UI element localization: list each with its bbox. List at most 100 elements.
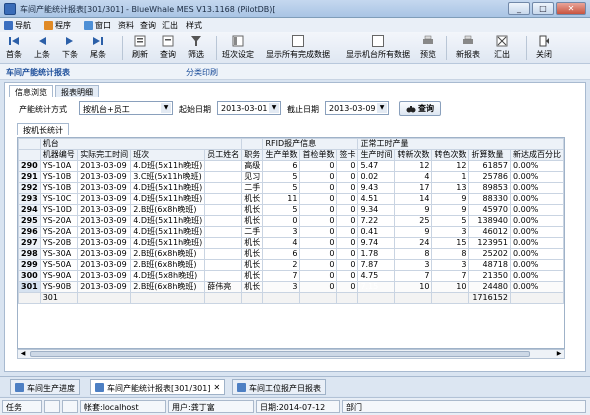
table-cell[interactable]: 0 bbox=[299, 259, 338, 271]
first-record-button[interactable]: 首条 bbox=[6, 35, 22, 60]
table-cell[interactable]: 4.D班(5x11h晚班) bbox=[130, 160, 206, 172]
table-cell[interactable]: 1 bbox=[431, 171, 470, 183]
table-cell[interactable]: 9 bbox=[394, 226, 433, 238]
column-header[interactable]: 折算数量 bbox=[468, 149, 511, 161]
table-cell[interactable]: 3 bbox=[262, 226, 301, 238]
table-cell[interactable]: 0 bbox=[336, 171, 359, 183]
table-cell[interactable]: 13 bbox=[431, 182, 470, 194]
table-cell[interactable]: 2013-03-09 bbox=[77, 160, 132, 172]
table-cell[interactable]: 机长 bbox=[241, 215, 264, 227]
table-cell[interactable]: 2013-03-09 bbox=[77, 226, 132, 238]
table-cell[interactable]: YS-10D bbox=[39, 204, 79, 216]
table-cell[interactable]: 6 bbox=[262, 248, 301, 260]
table-cell[interactable]: 0 bbox=[299, 171, 338, 183]
table-cell[interactable] bbox=[204, 193, 243, 205]
table-cell[interactable]: 7.22 bbox=[357, 215, 396, 227]
table-cell[interactable]: 机长 bbox=[241, 270, 264, 282]
shift-settings-button[interactable]: 班次设定 bbox=[222, 35, 254, 60]
table-cell[interactable]: 0 bbox=[336, 248, 359, 260]
table-cell[interactable] bbox=[204, 204, 243, 216]
doc-tab-progress[interactable]: 车间生产进度 bbox=[10, 379, 80, 395]
table-cell[interactable]: 0 bbox=[336, 160, 359, 172]
table-row[interactable]: 294 YS-10D 2013-03-09 2.B班(6x8h晚班) 机长 5 0 0 9.34… bbox=[18, 204, 564, 216]
table-cell[interactable]: 2.B班(6x8h晚班) bbox=[130, 204, 206, 216]
table-row[interactable]: 300 YS-90A 2013-03-09 4.D班(5x8h晚班) 机长 7 0 0 4.75… bbox=[18, 270, 564, 282]
table-cell[interactable]: 机长 bbox=[241, 204, 264, 216]
table-cell[interactable]: 0.00% bbox=[509, 171, 564, 183]
menu-query[interactable]: 查询 bbox=[140, 20, 156, 31]
table-cell[interactable]: YS-50A bbox=[39, 259, 79, 271]
table-cell[interactable]: 2 bbox=[262, 259, 301, 271]
table-cell[interactable]: 5 bbox=[262, 204, 301, 216]
query-button[interactable]: 查询 bbox=[160, 35, 176, 60]
table-cell[interactable] bbox=[204, 215, 243, 227]
table-cell[interactable]: 0.00% bbox=[509, 237, 564, 249]
table-cell[interactable]: 0 bbox=[299, 204, 338, 216]
menu-style[interactable]: 样式 bbox=[186, 20, 202, 31]
table-cell[interactable]: YS-20B bbox=[39, 237, 79, 249]
table-row[interactable]: 290 YS-10A 2013-03-09 4.D班(5x11h晚班) 高级 6 0 0 5.4… bbox=[18, 160, 564, 172]
column-header[interactable]: 转色次数 bbox=[431, 149, 470, 161]
table-cell[interactable]: 0 bbox=[336, 193, 359, 205]
table-cell[interactable]: 0 bbox=[336, 226, 359, 238]
table-cell[interactable]: YS-90B bbox=[39, 281, 79, 293]
column-header[interactable]: 签卡 bbox=[336, 149, 359, 161]
table-cell[interactable]: 8 bbox=[431, 248, 470, 260]
table-cell[interactable]: 6 bbox=[262, 160, 301, 172]
table-cell[interactable] bbox=[204, 160, 243, 172]
table-cell[interactable]: 2013-03-09 bbox=[77, 248, 132, 260]
table-cell[interactable]: 17 bbox=[394, 182, 433, 194]
table-cell[interactable] bbox=[204, 270, 243, 282]
table-cell[interactable]: 9.43 bbox=[357, 182, 396, 194]
table-cell[interactable]: YS-90A bbox=[39, 270, 79, 282]
table-cell[interactable]: 2013-03-09 bbox=[77, 259, 132, 271]
table-cell[interactable]: 0 bbox=[336, 281, 359, 293]
table-cell[interactable]: 2013-03-09 bbox=[77, 204, 132, 216]
column-header[interactable]: 班次 bbox=[130, 149, 206, 161]
tab-close-icon[interactable]: ✕ bbox=[213, 383, 220, 392]
table-cell[interactable]: 0.00% bbox=[509, 281, 564, 293]
data-grid[interactable]: 机台 RFID报产信息 正常工时产量 机器编号 实际完工时间 班次 员工姓名 职务 生产单… bbox=[17, 137, 565, 349]
table-row[interactable]: 292 YS-10B 2013-03-09 4.D班(5x11h晚班) 二手 5 0 0 9.4… bbox=[18, 182, 564, 194]
filter-query-button[interactable]: 查询 bbox=[399, 101, 441, 116]
table-cell[interactable]: 4.D班(5x8h晚班) bbox=[130, 270, 206, 282]
table-cell[interactable]: 高级 bbox=[241, 160, 264, 172]
last-record-button[interactable]: 尾条 bbox=[90, 35, 106, 60]
next-record-button[interactable]: 下条 bbox=[62, 35, 78, 60]
table-cell[interactable]: 4.51 bbox=[357, 193, 396, 205]
table-cell[interactable]: 2013-03-09 bbox=[77, 171, 132, 183]
doc-tab-station-daily[interactable]: 车间工位报产日报表 bbox=[232, 379, 326, 395]
table-cell[interactable]: 45970 bbox=[468, 204, 511, 216]
table-cell[interactable]: 2013-03-09 bbox=[77, 215, 132, 227]
table-cell[interactable]: 89853 bbox=[468, 182, 511, 194]
table-cell[interactable]: 21350 bbox=[468, 270, 511, 282]
export-button[interactable]: 汇出 bbox=[494, 35, 510, 60]
table-cell[interactable]: 4.D班(5x11h晚班) bbox=[130, 182, 206, 194]
table-cell[interactable]: 138940 bbox=[468, 215, 511, 227]
table-cell[interactable]: 0 bbox=[336, 270, 359, 282]
table-cell[interactable]: 0 bbox=[299, 237, 338, 249]
table-cell[interactable]: 1.78 bbox=[357, 248, 396, 260]
show-all-machine-button[interactable]: 显示机台所有数据 bbox=[346, 35, 410, 60]
category-print-link[interactable]: 分类印刷 bbox=[186, 67, 218, 78]
table-cell[interactable]: 0.00% bbox=[509, 248, 564, 260]
table-row[interactable]: 293 YS-10C 2013-03-09 4.D班(5x11h晚班) 机长 11 0 0 4.… bbox=[18, 193, 564, 205]
table-cell[interactable]: 0 bbox=[336, 182, 359, 194]
start-date-input[interactable]: 2013-03-01 ▼ bbox=[217, 101, 281, 115]
table-row[interactable]: 296 YS-20A 2013-03-09 4.D班(5x11h晚班) 二手 3 0 0 0.4… bbox=[18, 226, 564, 238]
table-cell[interactable]: 0 bbox=[299, 281, 338, 293]
table-cell[interactable]: YS-10C bbox=[39, 193, 79, 205]
minimize-button[interactable]: _ bbox=[508, 2, 530, 15]
table-cell[interactable]: 123951 bbox=[468, 237, 511, 249]
show-all-completed-button[interactable]: 显示所有完成数据 bbox=[266, 35, 330, 60]
table-cell[interactable]: 0.00% bbox=[509, 215, 564, 227]
table-cell[interactable]: 2013-03-09 bbox=[77, 237, 132, 249]
horizontal-scrollbar[interactable]: ◀ ▶ bbox=[17, 349, 565, 359]
table-cell[interactable]: 9 bbox=[431, 193, 470, 205]
table-row[interactable]: 298 YS-30A 2013-03-09 2.B班(6x8h晚班) 机长 6 0 0 1.78… bbox=[18, 248, 564, 260]
tab-report-detail[interactable]: 报表明细 bbox=[55, 85, 99, 97]
table-cell[interactable]: 48718 bbox=[468, 259, 511, 271]
table-cell[interactable]: 0 bbox=[336, 215, 359, 227]
table-cell[interactable]: 2.B班(6x8h晚班) bbox=[130, 281, 206, 293]
table-cell[interactable]: 7 bbox=[262, 270, 301, 282]
